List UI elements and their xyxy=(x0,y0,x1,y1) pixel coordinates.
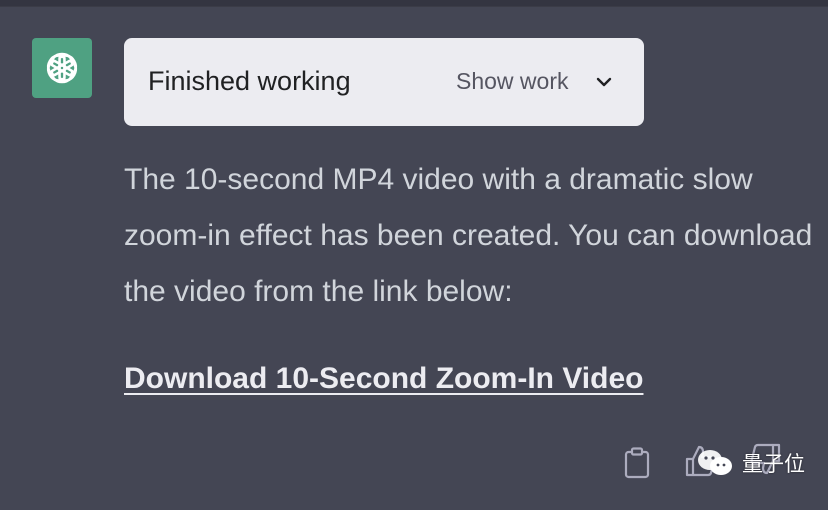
work-status-card: Finished working Show work xyxy=(124,38,644,126)
show-work-button[interactable]: Show work xyxy=(456,68,568,95)
watermark-text: 量子位 xyxy=(742,453,805,476)
openai-logo-icon xyxy=(46,52,78,84)
chevron-down-icon[interactable] xyxy=(594,72,614,92)
assistant-avatar xyxy=(32,38,92,98)
assistant-message-text: The 10-second MP4 video with a dramatic … xyxy=(124,163,813,308)
clipboard-icon[interactable] xyxy=(622,446,652,480)
top-divider xyxy=(0,0,828,7)
download-video-link[interactable]: Download 10-Second Zoom-In Video xyxy=(124,362,643,396)
wechat-icon xyxy=(698,450,732,475)
work-status-label: Finished working xyxy=(148,66,351,96)
watermark: 量子位 xyxy=(696,448,805,478)
